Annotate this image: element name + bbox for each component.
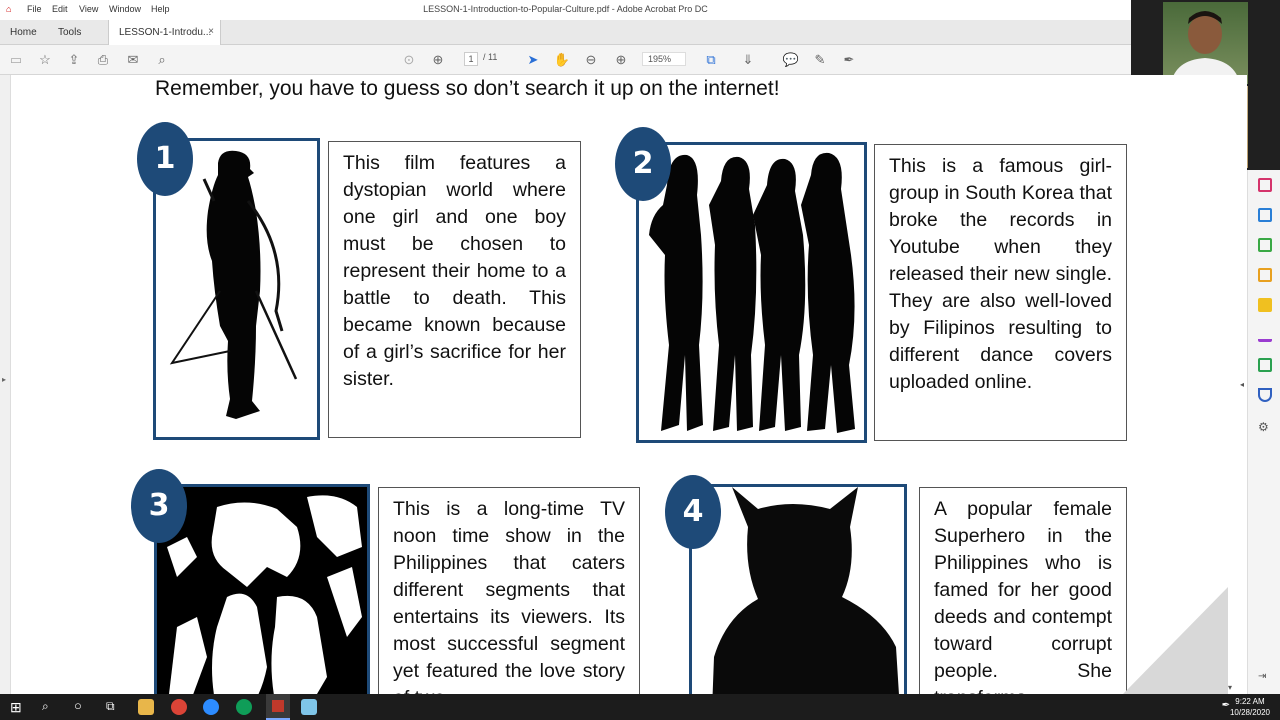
hand-tool-icon[interactable]: ✋ (553, 51, 571, 69)
item-number-badge-1: 1 (137, 122, 193, 196)
clock-date: 10/28/2020 (1229, 708, 1270, 717)
system-clock[interactable]: 9:22 AM 10/28/2020 (1230, 696, 1270, 718)
expand-left-icon[interactable]: ▸ (2, 375, 6, 384)
edit-pdf-icon[interactable] (1258, 268, 1272, 282)
clue-text-1: This film features a dystopian world whe… (328, 141, 581, 438)
app-taskbar-icon[interactable] (301, 699, 317, 715)
toolbar: ▭ ☆ ⇪ ⎙ ✉ ⌕ ⊙ ⊕ 1 / 11 ➤ ✋ ⊖ ⊕ 195% ⧉ ⇓ … (0, 45, 1280, 75)
zoom-app-icon[interactable] (203, 699, 219, 715)
chrome-profile-icon[interactable] (236, 699, 252, 715)
clue-text-3: This is a long-time TV noon time show in… (378, 487, 640, 694)
zoom-in-icon[interactable]: ⊕ (612, 51, 630, 69)
taskbar: ⊞ ⌕ ○ ⧉ ✒ 9:22 AM 10/28/2020 (0, 694, 1280, 720)
search-icon[interactable]: ⌕ (153, 51, 171, 69)
page-corner-fold (1123, 587, 1228, 694)
page-total: / 11 (483, 52, 498, 62)
fit-page-icon[interactable]: ⧉ (702, 51, 720, 69)
prev-page-icon[interactable]: ⊙ (400, 51, 418, 69)
left-panel-toggle[interactable]: ▸ (0, 75, 10, 694)
silhouette-image-3 (154, 484, 370, 694)
acrobat-taskbar-icon[interactable] (266, 694, 290, 720)
zoom-out-icon[interactable]: ⊖ (582, 51, 600, 69)
silhouette-image-4 (689, 484, 907, 694)
next-page-icon[interactable]: ⊕ (429, 51, 447, 69)
pen-icon[interactable]: ✎ (811, 51, 829, 69)
zoom-select[interactable]: 195% (642, 52, 686, 66)
compress-icon[interactable] (1258, 358, 1272, 372)
windows-start-icon[interactable]: ⊞ (10, 699, 22, 716)
tab-document[interactable]: LESSON-1-Introdu... × (108, 20, 221, 45)
scroll-mode-icon[interactable]: ⇓ (739, 51, 757, 69)
protect-icon[interactable] (1258, 388, 1272, 402)
clue-text-2: This is a famous girl-group in South Kor… (874, 144, 1127, 441)
save-icon[interactable]: ▭ (7, 51, 25, 69)
document-page: Remember, you have to guess so don’t sea… (10, 75, 1247, 694)
fill-sign-icon[interactable] (1258, 328, 1272, 342)
file-explorer-icon[interactable] (138, 699, 154, 715)
tab-home[interactable]: Home (10, 27, 37, 38)
chrome-icon[interactable] (171, 699, 187, 715)
mail-icon[interactable]: ✉ (124, 51, 142, 69)
item-number-badge-4: 4 (665, 475, 721, 549)
pen-tray-icon[interactable]: ✒ (1222, 700, 1230, 711)
sign-icon[interactable]: ✒ (840, 51, 858, 69)
clock-time: 9:22 AM (1235, 697, 1265, 706)
task-view-icon[interactable]: ⧉ (106, 699, 115, 714)
page-heading: Remember, you have to guess so don’t sea… (155, 77, 780, 100)
search-taskbar-icon[interactable]: ⌕ (42, 699, 49, 714)
vertical-scrollbar[interactable]: ▾ (1227, 75, 1237, 694)
participant-video-1 (1163, 2, 1248, 84)
comment-icon[interactable]: 💬 (782, 51, 800, 69)
select-cursor-icon[interactable]: ➤ (524, 51, 542, 69)
print-icon[interactable]: ⎙ (94, 51, 112, 69)
upload-icon[interactable]: ⇪ (65, 51, 83, 69)
clue-text-4: A popular female Superhero in the Philip… (919, 487, 1127, 694)
right-tools-panel: ◂ ⚙ ⇥ (1240, 170, 1280, 694)
close-tab-icon[interactable]: × (208, 26, 214, 37)
tab-bar: Home Tools LESSON-1-Introdu... × (0, 20, 1131, 45)
tab-tools[interactable]: Tools (58, 27, 81, 38)
cortana-icon[interactable]: ○ (74, 698, 82, 713)
export-pdf-icon[interactable] (1258, 238, 1272, 252)
item-number-badge-2: 2 (615, 127, 671, 201)
title-bar: ⌂ File Edit View Window Help LESSON-1-In… (0, 0, 1131, 20)
item-number-badge-3: 3 (131, 469, 187, 543)
scroll-down-icon[interactable]: ▾ (1228, 683, 1232, 692)
collapse-panel-icon[interactable]: ◂ (1240, 380, 1244, 389)
organize-pages-icon[interactable] (1258, 178, 1272, 192)
window-title: LESSON-1-Introduction-to-Popular-Culture… (423, 4, 708, 14)
tab-document-label: LESSON-1-Introdu... (119, 27, 212, 38)
page-number-input[interactable]: 1 (464, 52, 478, 66)
bookmark-star-icon[interactable]: ☆ (36, 51, 54, 69)
create-pdf-icon[interactable] (1258, 208, 1272, 222)
silhouette-image-2 (636, 142, 867, 443)
comment-tool-icon[interactable] (1258, 298, 1272, 312)
more-tools-icon[interactable]: ⚙ (1258, 420, 1272, 434)
panel-toggle-icon[interactable]: ⇥ (1258, 670, 1272, 684)
